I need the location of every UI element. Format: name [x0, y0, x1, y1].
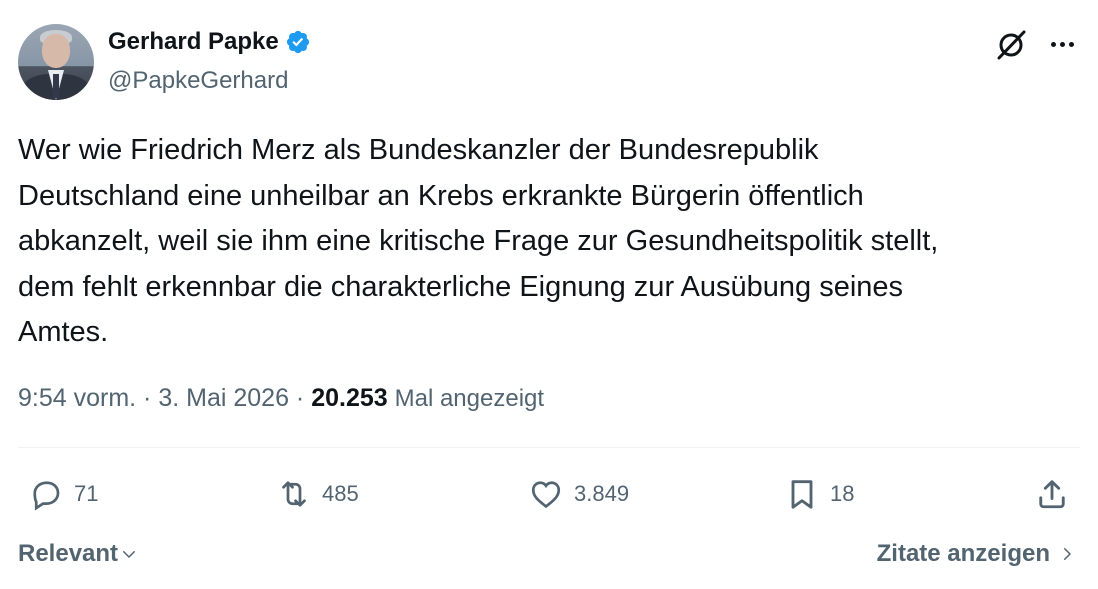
reply-button[interactable]: 71: [28, 473, 98, 515]
meta-separator-2: ·: [288, 384, 312, 412]
tweet-text: Wer wie Friedrich Merz als Bundeskanzler…: [18, 134, 939, 348]
tweet-meta: 9:54 vorm. · 3. Mai 2026 · 20.253 Mal an…: [18, 384, 544, 413]
reply-icon: [33, 481, 60, 511]
reply-count: 71: [74, 481, 99, 506]
like-count: 3.849: [574, 481, 630, 506]
retweet-count: 485: [322, 481, 359, 506]
tweet-date[interactable]: 3. Mai 2026: [158, 384, 289, 412]
sort-dropdown[interactable]: Relevant: [18, 540, 138, 568]
share-button[interactable]: [1034, 473, 1070, 515]
bookmark-button[interactable]: 18: [784, 473, 854, 515]
author-handle[interactable]: @PapkeGerhard: [108, 67, 288, 95]
view-quotes-link[interactable]: Zitate anzeigen: [877, 540, 1076, 568]
more-icon[interactable]: [1046, 30, 1078, 58]
author-name-text[interactable]: Gerhard Papke: [108, 28, 279, 56]
sort-label: Relevant: [18, 540, 119, 567]
verified-badge-icon[interactable]: [285, 29, 311, 55]
bookmark-count: 18: [830, 481, 855, 506]
meta-separator-1: ·: [136, 384, 159, 412]
retweet-icon: [282, 481, 306, 507]
tweet-time[interactable]: 9:54 vorm.: [18, 384, 136, 412]
divider: [18, 447, 1080, 448]
views-count: 20.253: [311, 384, 388, 412]
avatar[interactable]: [18, 24, 94, 100]
author-name[interactable]: Gerhard Papke: [108, 28, 311, 56]
retweet-button[interactable]: 485: [276, 473, 359, 515]
grok-icon[interactable]: [994, 28, 1028, 62]
like-icon: [531, 481, 561, 509]
views-label: Mal angezeigt: [394, 385, 545, 412]
bookmark-icon: [791, 480, 813, 509]
like-button[interactable]: 3.849: [528, 473, 629, 515]
share-icon: [1039, 480, 1065, 509]
quotes-label: Zitate anzeigen: [876, 540, 1050, 567]
chevron-right-icon: [1064, 548, 1071, 560]
chevron-down-icon: [123, 551, 136, 558]
